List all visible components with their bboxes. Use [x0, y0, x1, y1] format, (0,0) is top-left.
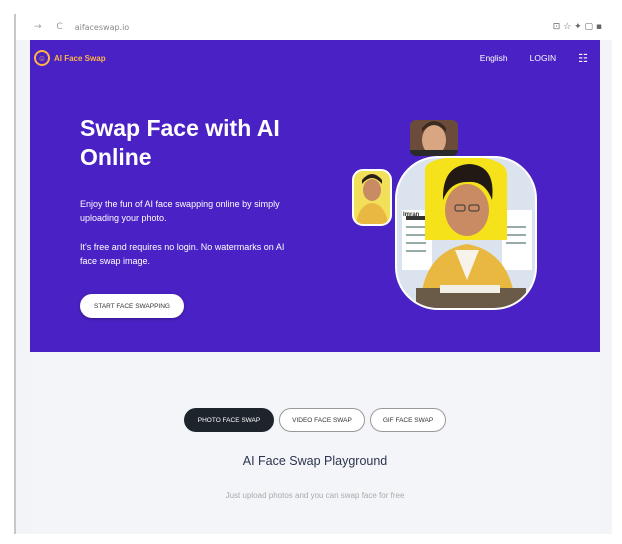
browser-url[interactable]: aifaceswap.io [75, 23, 130, 32]
tab-gif-face-swap[interactable]: GIF FACE SWAP [370, 408, 446, 432]
playground-section: PHOTO FACE SWAP VIDEO FACE SWAP GIF FACE… [30, 352, 600, 534]
playground-subtitle: Just upload photos and you can swap face… [225, 491, 405, 500]
browser-window: → C aifaceswap.io ⊡ ☆ ✦ ▢ ▪ ☺ AI Face Sw… [14, 14, 612, 534]
swapped-result-photo [396, 157, 536, 309]
source-face-photo [410, 120, 458, 156]
tab-video-face-swap[interactable]: VIDEO FACE SWAP [279, 408, 365, 432]
browser-toolbar: → C aifaceswap.io ⊡ ☆ ✦ ▢ ▪ [16, 14, 612, 40]
tab-photo-face-swap[interactable]: PHOTO FACE SWAP [184, 408, 274, 432]
playground-title: AI Face Swap Playground [242, 454, 388, 468]
hero-section: ☺ AI Face Swap English LOGIN ☷ Swap Face… [30, 40, 600, 352]
browser-action-icons[interactable]: ⊡ ☆ ✦ ▢ ▪ [553, 22, 602, 32]
face-swap-illustration [352, 120, 537, 310]
original-photo [353, 170, 391, 225]
swap-mode-tabs: PHOTO FACE SWAP VIDEO FACE SWAP GIF FACE… [184, 408, 446, 432]
illustration-name-label: Imran [403, 212, 420, 218]
browser-nav-icons[interactable]: → C [34, 22, 69, 32]
